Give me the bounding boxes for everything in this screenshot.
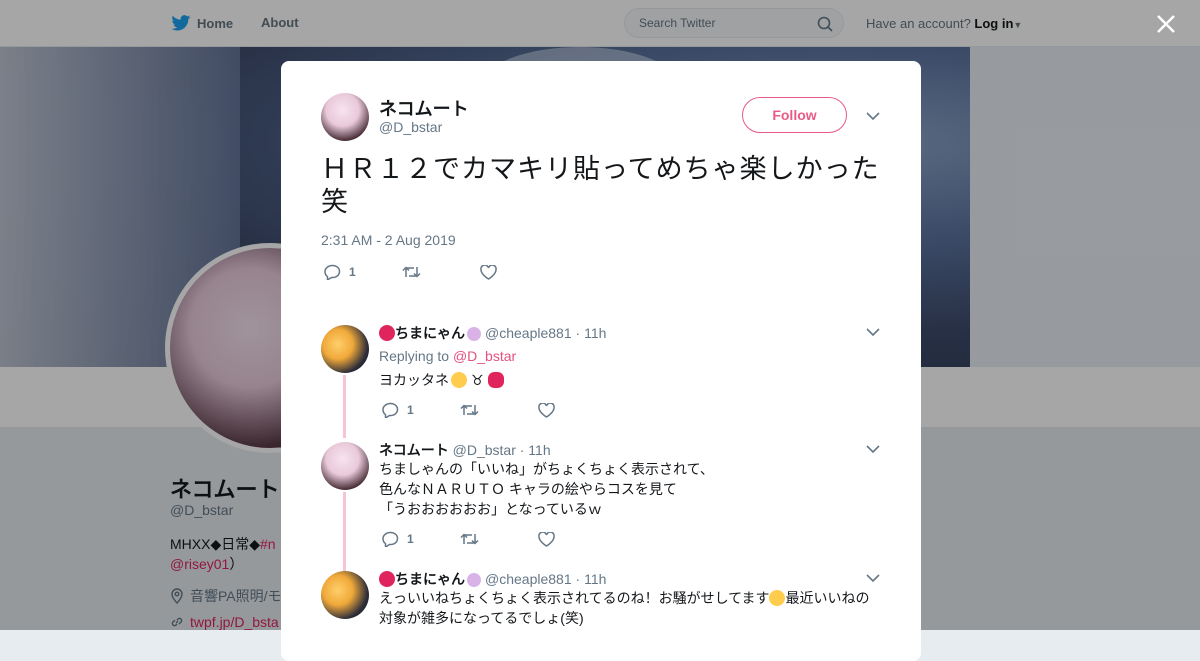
reply-text-line: えっいいねちょくちょく表示されてるのね！お騒がせしてます 最近いいねの: [379, 588, 889, 608]
chevron-down-icon[interactable]: [866, 327, 880, 337]
reply-text-body: ヨカッタネ: [379, 372, 449, 388]
reply-text-line: 色んなＮＡＲＵＴＯ キャラの絵やらコスを見て: [379, 481, 677, 497]
reply-actions: 1: [382, 531, 616, 547]
reply-time[interactable]: · 11h: [576, 571, 607, 587]
author-name[interactable]: ネコムート: [379, 95, 469, 121]
close-icon[interactable]: [1154, 12, 1178, 36]
reply-avatar[interactable]: [321, 442, 369, 490]
retweet-button[interactable]: [460, 532, 538, 546]
reply-count: 1: [349, 265, 356, 279]
reply-count: 1: [407, 403, 414, 417]
kiss-emoji-icon: [451, 372, 467, 388]
tomato-emoji-icon: [379, 325, 395, 341]
reply-header: ちまにゃん @cheaple881 · 11h: [379, 323, 606, 343]
reply-avatar[interactable]: [321, 325, 369, 373]
reply-text-line: ちましゃんの「いいね」がちょくちょく表示されて、: [379, 461, 714, 477]
heart-icon: [538, 402, 555, 418]
reply-author-handle[interactable]: @D_bstar: [453, 442, 516, 458]
tweet-timestamp[interactable]: 2:31 AM - 2 Aug 2019: [321, 232, 456, 248]
reply-text-line: 「うおおおおおお」となっているｗ: [379, 501, 602, 517]
heart-icon: [538, 531, 555, 547]
reply-author-handle[interactable]: @cheaple881: [485, 325, 572, 341]
reply-time[interactable]: · 11h: [520, 442, 551, 458]
chevron-down-icon[interactable]: [866, 444, 880, 454]
reply-text-part: えっいいねちょくちょく表示されてるのね！お騒がせしてます: [379, 590, 770, 606]
reply-icon: [382, 531, 399, 547]
reply-time[interactable]: · 11h: [576, 325, 607, 341]
reply-button[interactable]: 1: [382, 531, 460, 547]
author-handle[interactable]: @D_bstar: [379, 119, 442, 135]
retweet-icon: [460, 404, 479, 416]
tweet-text: ＨＲ１２でカマキリ貼ってめちゃ楽しかった笑: [321, 154, 880, 217]
reply-text-line: 対象が雑多になってるでしょ(笑): [379, 610, 584, 626]
like-button[interactable]: [538, 531, 616, 547]
reply-header: ネコムート @D_bstar · 11h: [379, 440, 551, 460]
ox-emoji-icon: ♉: [471, 372, 484, 388]
reply-author-handle[interactable]: @cheaple881: [485, 571, 572, 587]
sweat-smile-emoji-icon: [769, 590, 786, 606]
reply-avatar[interactable]: [321, 571, 369, 619]
reply-button[interactable]: 1: [324, 264, 402, 280]
swirl-emoji-icon: [467, 327, 481, 341]
tweet-modal: ネコムート @D_bstar Follow ＨＲ１２でカマキリ貼ってめちゃ楽しか…: [281, 61, 921, 661]
reply-icon: [382, 402, 399, 418]
tweet-actions: 1: [324, 264, 558, 280]
thread-connector: [343, 492, 346, 572]
replying-to-prefix: Replying to: [379, 348, 450, 364]
reply-author-name[interactable]: ちまにゃん: [395, 325, 465, 341]
reply-header: ちまにゃん @cheaple881 · 11h: [379, 569, 606, 589]
like-button[interactable]: [480, 264, 558, 280]
reply-button[interactable]: 1: [382, 402, 460, 418]
reply-text-part: 最近いいねの: [785, 590, 870, 606]
reply-text: ヨカッタネ ♉: [379, 370, 504, 390]
chevron-down-icon[interactable]: [866, 111, 880, 121]
follow-button[interactable]: Follow: [742, 97, 847, 133]
retweet-button[interactable]: [460, 403, 538, 417]
chevron-down-icon[interactable]: [866, 573, 880, 583]
reply-text: えっいいねちょくちょく表示されてるのね！お騒がせしてます 最近いいねの 対象が雑多…: [379, 588, 889, 628]
retweet-icon: [402, 266, 421, 278]
like-button[interactable]: [538, 402, 616, 418]
replying-to: Replying to @D_bstar: [379, 348, 516, 364]
reply-actions: 1: [382, 402, 616, 418]
reply-author-name[interactable]: ネコムート: [379, 442, 449, 458]
author-avatar[interactable]: [321, 93, 369, 141]
heart-icon: [480, 264, 497, 280]
retweet-icon: [460, 533, 479, 545]
reply-text: ちましゃんの「いいね」がちょくちょく表示されて、 色んなＮＡＲＵＴＯ キャラの絵…: [379, 459, 714, 519]
reply-count: 1: [407, 532, 414, 546]
retweet-button[interactable]: [402, 265, 480, 279]
reply-icon: [324, 264, 341, 280]
swirl-emoji-icon: [467, 573, 481, 587]
lips-emoji-icon: [487, 372, 504, 388]
thread-connector: [343, 375, 346, 438]
replying-to-link[interactable]: @D_bstar: [453, 348, 516, 364]
tomato-emoji-icon: [379, 571, 395, 587]
reply-author-name[interactable]: ちまにゃん: [395, 571, 465, 587]
